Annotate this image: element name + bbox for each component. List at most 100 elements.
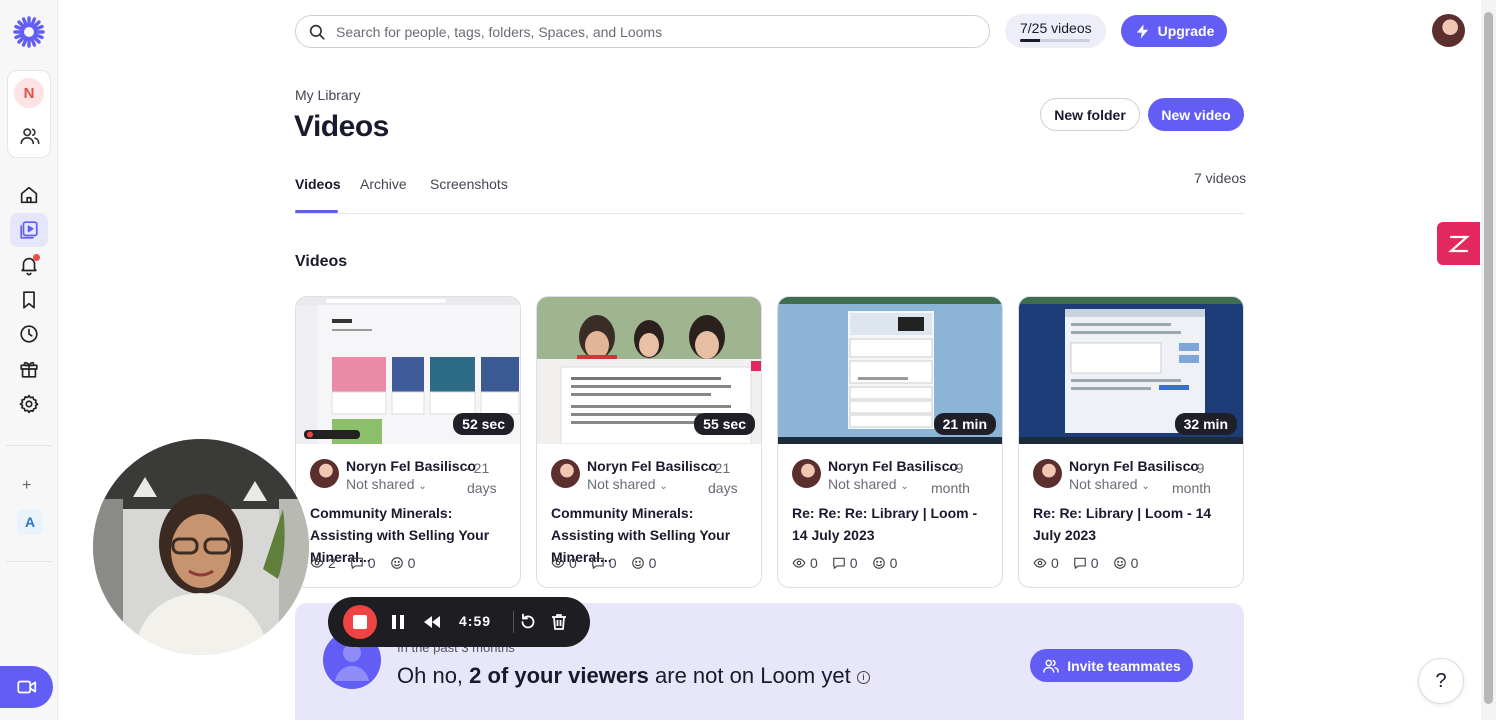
comment-count-value: 0	[849, 555, 858, 571]
tab-videos[interactable]: Videos	[295, 176, 341, 192]
video-card[interactable]: 21 min Noryn Fel Basilisco · 9 month Not s…	[777, 296, 1003, 588]
author-avatar	[792, 459, 821, 488]
video-card[interactable]: 32 min Noryn Fel Basilisco · 9 month Not s…	[1018, 296, 1244, 588]
share-status-label: Not shared	[1069, 476, 1138, 492]
restart-icon[interactable]	[518, 612, 538, 632]
sidebar-item-settings[interactable]	[10, 387, 48, 421]
comment-count-value: 0	[608, 555, 617, 571]
smile-icon	[631, 557, 644, 569]
rewind-icon[interactable]	[422, 612, 442, 632]
reaction-count-value: 0	[407, 555, 416, 571]
comment-icon	[1073, 557, 1086, 569]
video-card[interactable]: 55 sec Noryn Fel Basilisco · 21 days Not s…	[536, 296, 762, 588]
record-button[interactable]	[0, 666, 53, 708]
reaction-count-value: 0	[648, 555, 657, 571]
workspace-avatar-secondary[interactable]: A	[17, 509, 43, 535]
info-icon[interactable]: i	[856, 670, 870, 684]
view-count-value: 0	[569, 555, 577, 571]
search-input[interactable]	[336, 23, 956, 40]
tab-archive[interactable]: Archive	[360, 176, 407, 192]
sidebar-item-rewards[interactable]	[10, 352, 48, 386]
view-count-value: 0	[810, 555, 818, 571]
share-status-label: Not shared	[828, 476, 897, 492]
share-status[interactable]: Not shared ⌄	[1069, 476, 1150, 492]
video-title[interactable]: Re: Re: Re: Library | Loom - 14 July 202…	[792, 502, 996, 546]
reaction-count-value: 0	[889, 555, 898, 571]
stop-icon	[353, 615, 367, 629]
video-stats: 0 0 0	[792, 555, 897, 571]
share-status[interactable]: Not shared ⌄	[828, 476, 909, 492]
sidebar-divider	[6, 561, 52, 562]
banner-text-bold: 2 of your viewers	[469, 663, 649, 688]
share-status[interactable]: Not shared ⌄	[346, 476, 427, 492]
chevron-down-icon: ⌄	[900, 481, 909, 492]
sidebar-item-history[interactable]	[10, 317, 48, 351]
smile-icon	[390, 557, 403, 569]
sidebar-item-home[interactable]	[10, 178, 48, 212]
home-icon	[20, 186, 38, 204]
share-status-label: Not shared	[346, 476, 415, 492]
video-thumbnail[interactable]: 21 min	[778, 297, 1002, 444]
trash-icon[interactable]	[549, 612, 569, 632]
new-folder-button[interactable]: New folder	[1040, 98, 1140, 131]
people-icon[interactable]	[19, 125, 41, 147]
pause-icon[interactable]	[388, 612, 408, 632]
eye-icon	[551, 558, 565, 568]
comment-count-value: 0	[367, 555, 376, 571]
video-camera-icon	[16, 680, 36, 694]
comment-icon	[350, 557, 363, 569]
controls-divider	[513, 611, 514, 633]
help-button[interactable]: ?	[1418, 658, 1464, 704]
video-title[interactable]: Re: Re: Library | Loom - 14 July 2023	[1033, 502, 1237, 546]
share-status[interactable]: Not shared ⌄	[587, 476, 668, 492]
video-age-value: 9	[955, 460, 964, 476]
scrollbar[interactable]	[1481, 0, 1496, 720]
sidebar-item-notifications[interactable]	[10, 248, 48, 282]
video-thumbnail[interactable]: 52 sec	[296, 297, 520, 444]
camera-bubble[interactable]	[93, 439, 309, 655]
stop-recording-button[interactable]	[343, 605, 377, 639]
breadcrumb[interactable]: My Library	[295, 87, 360, 103]
section-title: Videos	[295, 253, 348, 270]
video-age: · 9 month	[931, 460, 970, 496]
banner-text-prefix: Oh no,	[397, 663, 470, 688]
loom-logo[interactable]	[13, 16, 45, 48]
reaction-count: 0	[872, 555, 898, 571]
comment-count: 0	[1073, 555, 1099, 571]
view-count: 0	[1033, 555, 1059, 571]
page-title: Videos	[294, 110, 389, 143]
tab-screenshots[interactable]: Screenshots	[430, 176, 508, 192]
video-duration: 32 min	[1174, 413, 1237, 435]
extension-badge[interactable]	[1437, 222, 1480, 265]
gift-icon	[20, 361, 38, 378]
author-avatar	[310, 459, 339, 488]
add-workspace-button[interactable]: +	[22, 477, 31, 495]
user-avatar[interactable]	[1432, 14, 1465, 47]
scrollbar-thumb[interactable]	[1484, 12, 1493, 704]
video-stats: 2 0 0	[310, 555, 415, 571]
comment-icon	[832, 557, 845, 569]
lightning-icon	[1136, 23, 1148, 39]
quota-progress-fill	[1020, 39, 1040, 42]
author-row: Noryn Fel Basilisco · 9 month Not shared ⌄	[1033, 458, 1233, 499]
sidebar-item-library[interactable]	[10, 213, 48, 247]
bookmark-icon	[23, 291, 35, 309]
recording-controls: 4:59	[328, 597, 590, 647]
video-thumbnail[interactable]: 32 min	[1019, 297, 1243, 444]
author-row: Noryn Fel Basilisco · 9 month Not shared ⌄	[792, 458, 992, 499]
search-bar[interactable]	[295, 15, 990, 48]
reaction-count: 0	[631, 555, 657, 571]
workspace-avatar[interactable]: N	[14, 78, 44, 108]
invite-teammates-button[interactable]: Invite teammates	[1030, 649, 1193, 682]
video-quota[interactable]: 7/25 videos	[1005, 14, 1106, 48]
workspace-switcher: N	[7, 70, 51, 158]
comment-count: 0	[591, 555, 617, 571]
new-video-button[interactable]: New video	[1148, 98, 1244, 131]
video-thumbnail[interactable]: 55 sec	[537, 297, 761, 444]
view-count-value: 2	[328, 555, 336, 571]
video-card[interactable]: 52 sec Noryn Fel Basilisco · 21 days Not s…	[295, 296, 521, 588]
sidebar-item-watch-later[interactable]	[10, 283, 48, 317]
upgrade-button[interactable]: Upgrade	[1121, 15, 1227, 47]
video-stats: 0 0 0	[551, 555, 656, 571]
reaction-count-value: 0	[1130, 555, 1139, 571]
